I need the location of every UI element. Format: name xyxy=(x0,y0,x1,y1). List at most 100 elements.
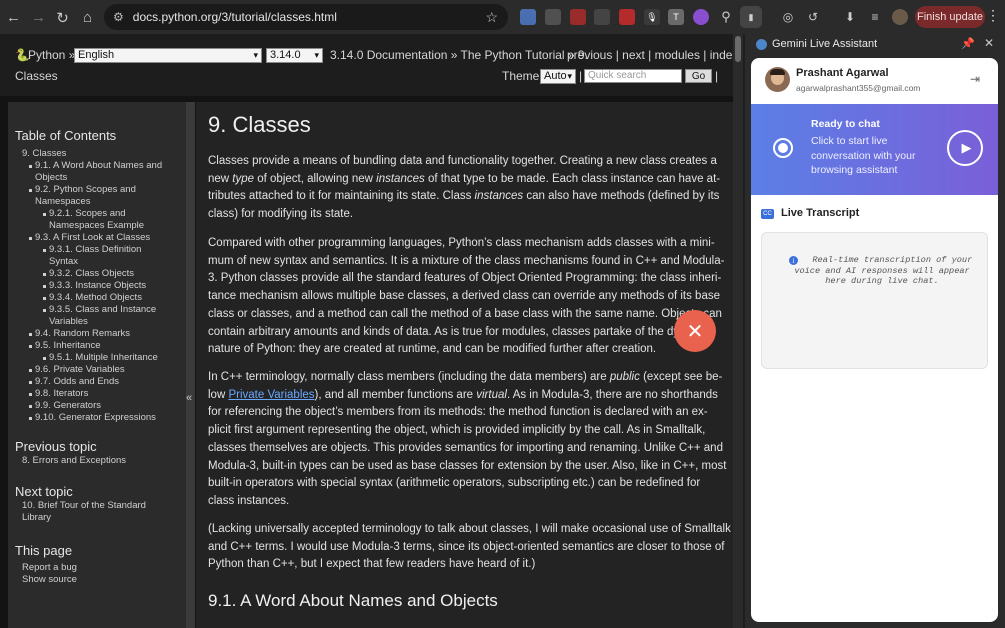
report-bug-link[interactable]: Report a bug xyxy=(22,562,190,574)
panel-title: Gemini Live Assistant xyxy=(772,38,878,50)
browser-menu-icon[interactable]: ⋮ xyxy=(986,7,1000,24)
search-input[interactable]: Quick search xyxy=(584,69,682,83)
toc-item[interactable]: 9.2. Python Scopes and Namespaces xyxy=(35,184,170,208)
toc-item[interactable]: 9.7. Odds and Ends xyxy=(35,376,170,388)
profile-avatar[interactable] xyxy=(892,9,908,25)
avatar xyxy=(765,67,790,92)
toc-item[interactable]: 9.9. Generators xyxy=(35,400,170,412)
history-icon[interactable]: ↺ xyxy=(805,9,821,25)
home-icon[interactable]: ⌂ xyxy=(75,5,100,30)
toc-item[interactable]: 9.3.4. Method Objects xyxy=(49,292,164,304)
reload-icon[interactable]: ↻ xyxy=(50,5,75,30)
url-text[interactable]: docs.python.org/3/tutorial/classes.html xyxy=(133,10,337,24)
previous-topic-link[interactable]: 8. Errors and Exceptions xyxy=(22,455,190,467)
nav-links[interactable]: previous | next | modules | index xyxy=(567,48,733,62)
address-bar[interactable]: ⚙ docs.python.org/3/tutorial/classes.htm… xyxy=(104,4,508,30)
finish-update-button[interactable]: Finish update xyxy=(915,6,985,28)
toc-item[interactable]: 9.5. Inheritance xyxy=(35,340,170,352)
forward-icon[interactable]: → xyxy=(26,5,51,30)
sidebar-collapse-button[interactable]: « xyxy=(186,102,195,628)
bullet-icon xyxy=(29,417,32,420)
paragraph-line: Classes provide a means of bundling data… xyxy=(208,155,717,167)
bullet-icon xyxy=(43,297,46,300)
version-select[interactable]: 3.14.0 ▾ xyxy=(266,48,323,63)
side-panel-icon[interactable]: ▮ xyxy=(740,6,762,28)
user-header: Prashant Agarwal agarwalprashant355@gmai… xyxy=(751,58,998,104)
extension-icon[interactable] xyxy=(570,9,586,25)
paragraph-line: class or classes, and a method can call … xyxy=(208,307,722,320)
theme-select[interactable]: Auto ▾ xyxy=(540,69,576,84)
logout-icon[interactable]: ⇥ xyxy=(970,72,980,86)
back-icon[interactable]: ← xyxy=(1,5,26,30)
paragraph-line: 3. Python classes provide all the standa… xyxy=(208,272,722,285)
bullet-icon xyxy=(29,237,32,240)
bullet-icon xyxy=(43,357,46,360)
paragraph-line: In C++ terminology, normally class membe… xyxy=(208,371,723,383)
extension-icon[interactable] xyxy=(594,9,610,25)
closed-captions-icon: CC xyxy=(761,209,774,219)
close-assistant-fab[interactable]: ✕ xyxy=(674,310,716,352)
scrollbar-thumb[interactable] xyxy=(735,36,741,62)
paragraph-line: (Lacking universally accepted terminolog… xyxy=(208,523,731,535)
toc-item[interactable]: 9.5.1. Multiple Inheritance xyxy=(49,352,164,364)
extension-icon[interactable] xyxy=(693,9,709,25)
breadcrumb[interactable]: 3.14.0 Documentation » The Python Tutori… xyxy=(330,48,588,62)
extension-icon[interactable] xyxy=(520,9,536,25)
pin-icon[interactable]: 📌 xyxy=(961,37,975,50)
paragraph-line: tance mechanism allows multiple base cla… xyxy=(208,290,720,303)
site-settings-icon[interactable]: ⚙ xyxy=(113,10,124,24)
paragraph-line: tributes attached to it for maintaining … xyxy=(208,190,720,203)
bullet-icon xyxy=(29,333,32,336)
language-select[interactable]: English ▾ xyxy=(74,48,262,63)
next-topic-link[interactable]: 10. Brief Tour of the Standard Library xyxy=(22,500,172,524)
assistant-panel: Gemini Live Assistant 📌 ✕ Prashant Agarw… xyxy=(745,34,1005,628)
show-source-link[interactable]: Show source xyxy=(22,574,190,586)
theme-label: Theme xyxy=(502,69,540,83)
toc-item[interactable]: 9.1. A Word About Names and Objects xyxy=(35,160,170,184)
separator: | xyxy=(579,69,583,83)
toc-item[interactable]: 9.3.5. Class and Instance Variables xyxy=(49,304,164,328)
paragraph: Compared with other programming language… xyxy=(208,235,724,359)
paragraph: In C++ terminology, normally class membe… xyxy=(208,369,726,511)
bullet-icon xyxy=(29,189,32,192)
paragraph-line: for referencing the object’s members fro… xyxy=(208,406,708,419)
toc-item[interactable]: 9.2.1. Scopes and Namespaces Example xyxy=(49,208,164,232)
previous-topic-heading: Previous topic xyxy=(15,439,97,454)
toc-item[interactable]: 9.3.1. Class Definition Syntax xyxy=(49,244,164,268)
user-name: Prashant Agarwal xyxy=(796,67,889,79)
transcript-hint: Real-time transcription of your voice an… xyxy=(794,255,973,286)
bookmark-star-icon[interactable]: ☆ xyxy=(485,9,498,26)
python-home-link[interactable]: Python » xyxy=(28,48,75,62)
private-variables-link[interactable]: Private Variables xyxy=(228,389,314,401)
toc-item[interactable]: 9.3.2. Class Objects xyxy=(49,268,164,280)
toc-item[interactable]: 9.8. Iterators xyxy=(35,388,170,400)
screenshot-icon[interactable]: ◎ xyxy=(780,9,796,25)
microphone-icon[interactable]: 🎙 xyxy=(644,9,660,25)
gemini-logo-icon xyxy=(756,39,767,50)
start-chat-button[interactable]: ▶ xyxy=(947,130,983,166)
breadcrumb-current: Classes xyxy=(15,69,58,83)
extension-icon[interactable] xyxy=(619,9,635,25)
toc-heading: Table of Contents xyxy=(15,128,117,143)
toc-item[interactable]: 9.10. Generator Expressions xyxy=(35,412,170,424)
extension-icon[interactable] xyxy=(545,9,561,25)
toc-item[interactable]: 9.3.3. Instance Objects xyxy=(49,280,164,292)
close-icon[interactable]: ✕ xyxy=(984,36,994,50)
search-go-button[interactable]: Go xyxy=(685,69,712,83)
live-transcript-title: Live Transcript xyxy=(781,207,860,219)
toc-item[interactable]: 9.3. A First Look at Classes xyxy=(35,232,170,244)
toc-item[interactable]: 9. Classes xyxy=(22,148,182,160)
page-scrollbar[interactable] xyxy=(733,34,743,628)
extensions-puzzle-icon[interactable]: ⚲ xyxy=(718,9,734,25)
bullet-icon xyxy=(29,405,32,408)
chevron-down-icon: ▾ xyxy=(314,50,319,60)
download-icon[interactable]: ⬇ xyxy=(842,9,858,25)
media-control-icon[interactable]: ≡ xyxy=(867,9,883,25)
toc-item[interactable]: 9.6. Private Variables xyxy=(35,364,170,376)
paragraph-line: and C++ terms. I would use Modula-3 term… xyxy=(208,540,725,553)
bullet-icon xyxy=(29,381,32,384)
toc-item[interactable]: 9.4. Random Remarks xyxy=(35,328,170,340)
bullet-icon xyxy=(29,369,32,372)
paragraph-line: new type of object, allowing new instanc… xyxy=(208,172,721,185)
extension-icon[interactable]: T xyxy=(668,9,684,25)
